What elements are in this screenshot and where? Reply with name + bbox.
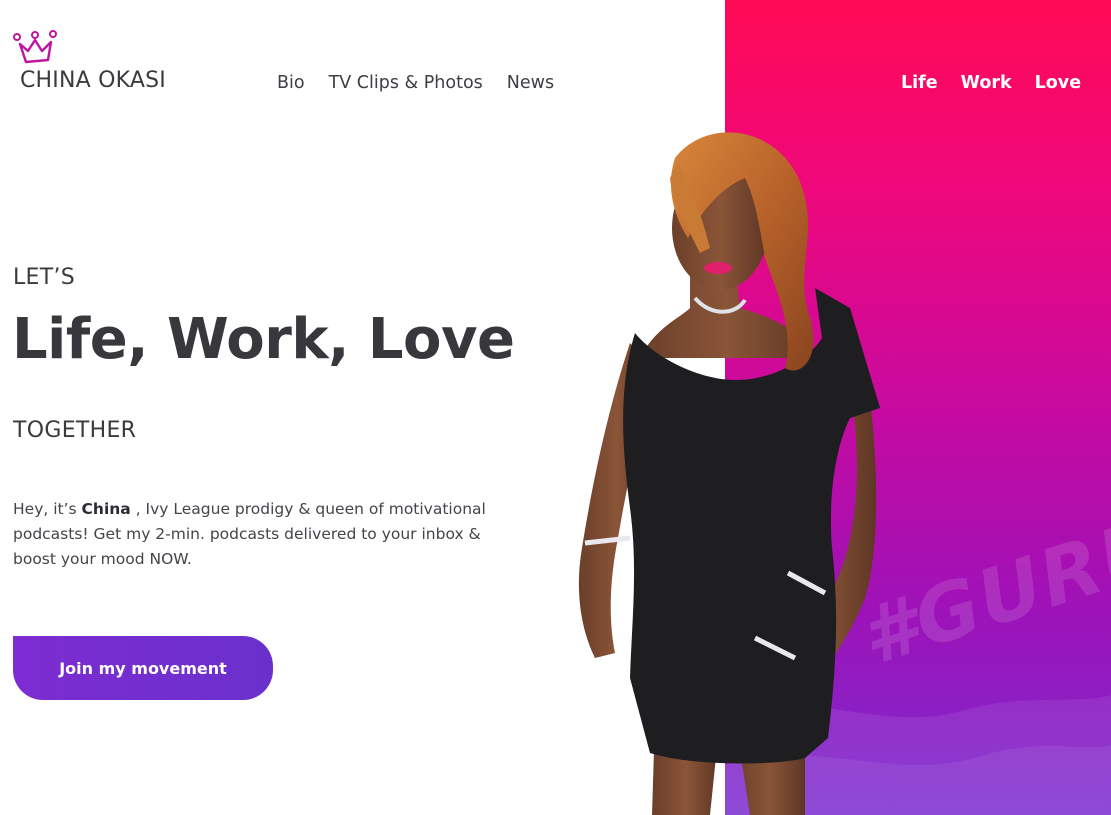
brand-name: CHINA OKASI xyxy=(20,68,166,93)
crown-icon xyxy=(13,30,57,64)
nav-item-news[interactable]: News xyxy=(507,73,554,93)
nav-item-bio[interactable]: Bio xyxy=(277,73,305,93)
main-nav: Bio TV Clips & Photos News xyxy=(277,73,554,93)
join-movement-button[interactable]: Join my movement xyxy=(13,636,273,700)
landing-page: #GURU CHINA OKASI Bio TV Clips & Photos … xyxy=(0,0,1111,815)
nav-item-love[interactable]: Love xyxy=(1035,73,1081,93)
hero-portrait-image xyxy=(578,132,880,815)
intro-name: China xyxy=(81,500,131,518)
hero-eyebrow: LET’S xyxy=(13,265,76,290)
intro-text-start: Hey, it’s xyxy=(13,500,82,518)
nav-item-work[interactable]: Work xyxy=(961,73,1012,93)
nav-item-life[interactable]: Life xyxy=(901,73,938,93)
hero-headline: Life, Work, Love xyxy=(12,307,515,372)
hero-intro: Hey, it’s China , Ivy League prodigy & q… xyxy=(13,497,513,572)
site-logo[interactable]: CHINA OKASI xyxy=(12,30,192,100)
topic-nav: Life Work Love xyxy=(901,73,1081,93)
hero-subline: TOGETHER xyxy=(13,418,137,443)
nav-item-tv-clips-photos[interactable]: TV Clips & Photos xyxy=(329,73,483,93)
